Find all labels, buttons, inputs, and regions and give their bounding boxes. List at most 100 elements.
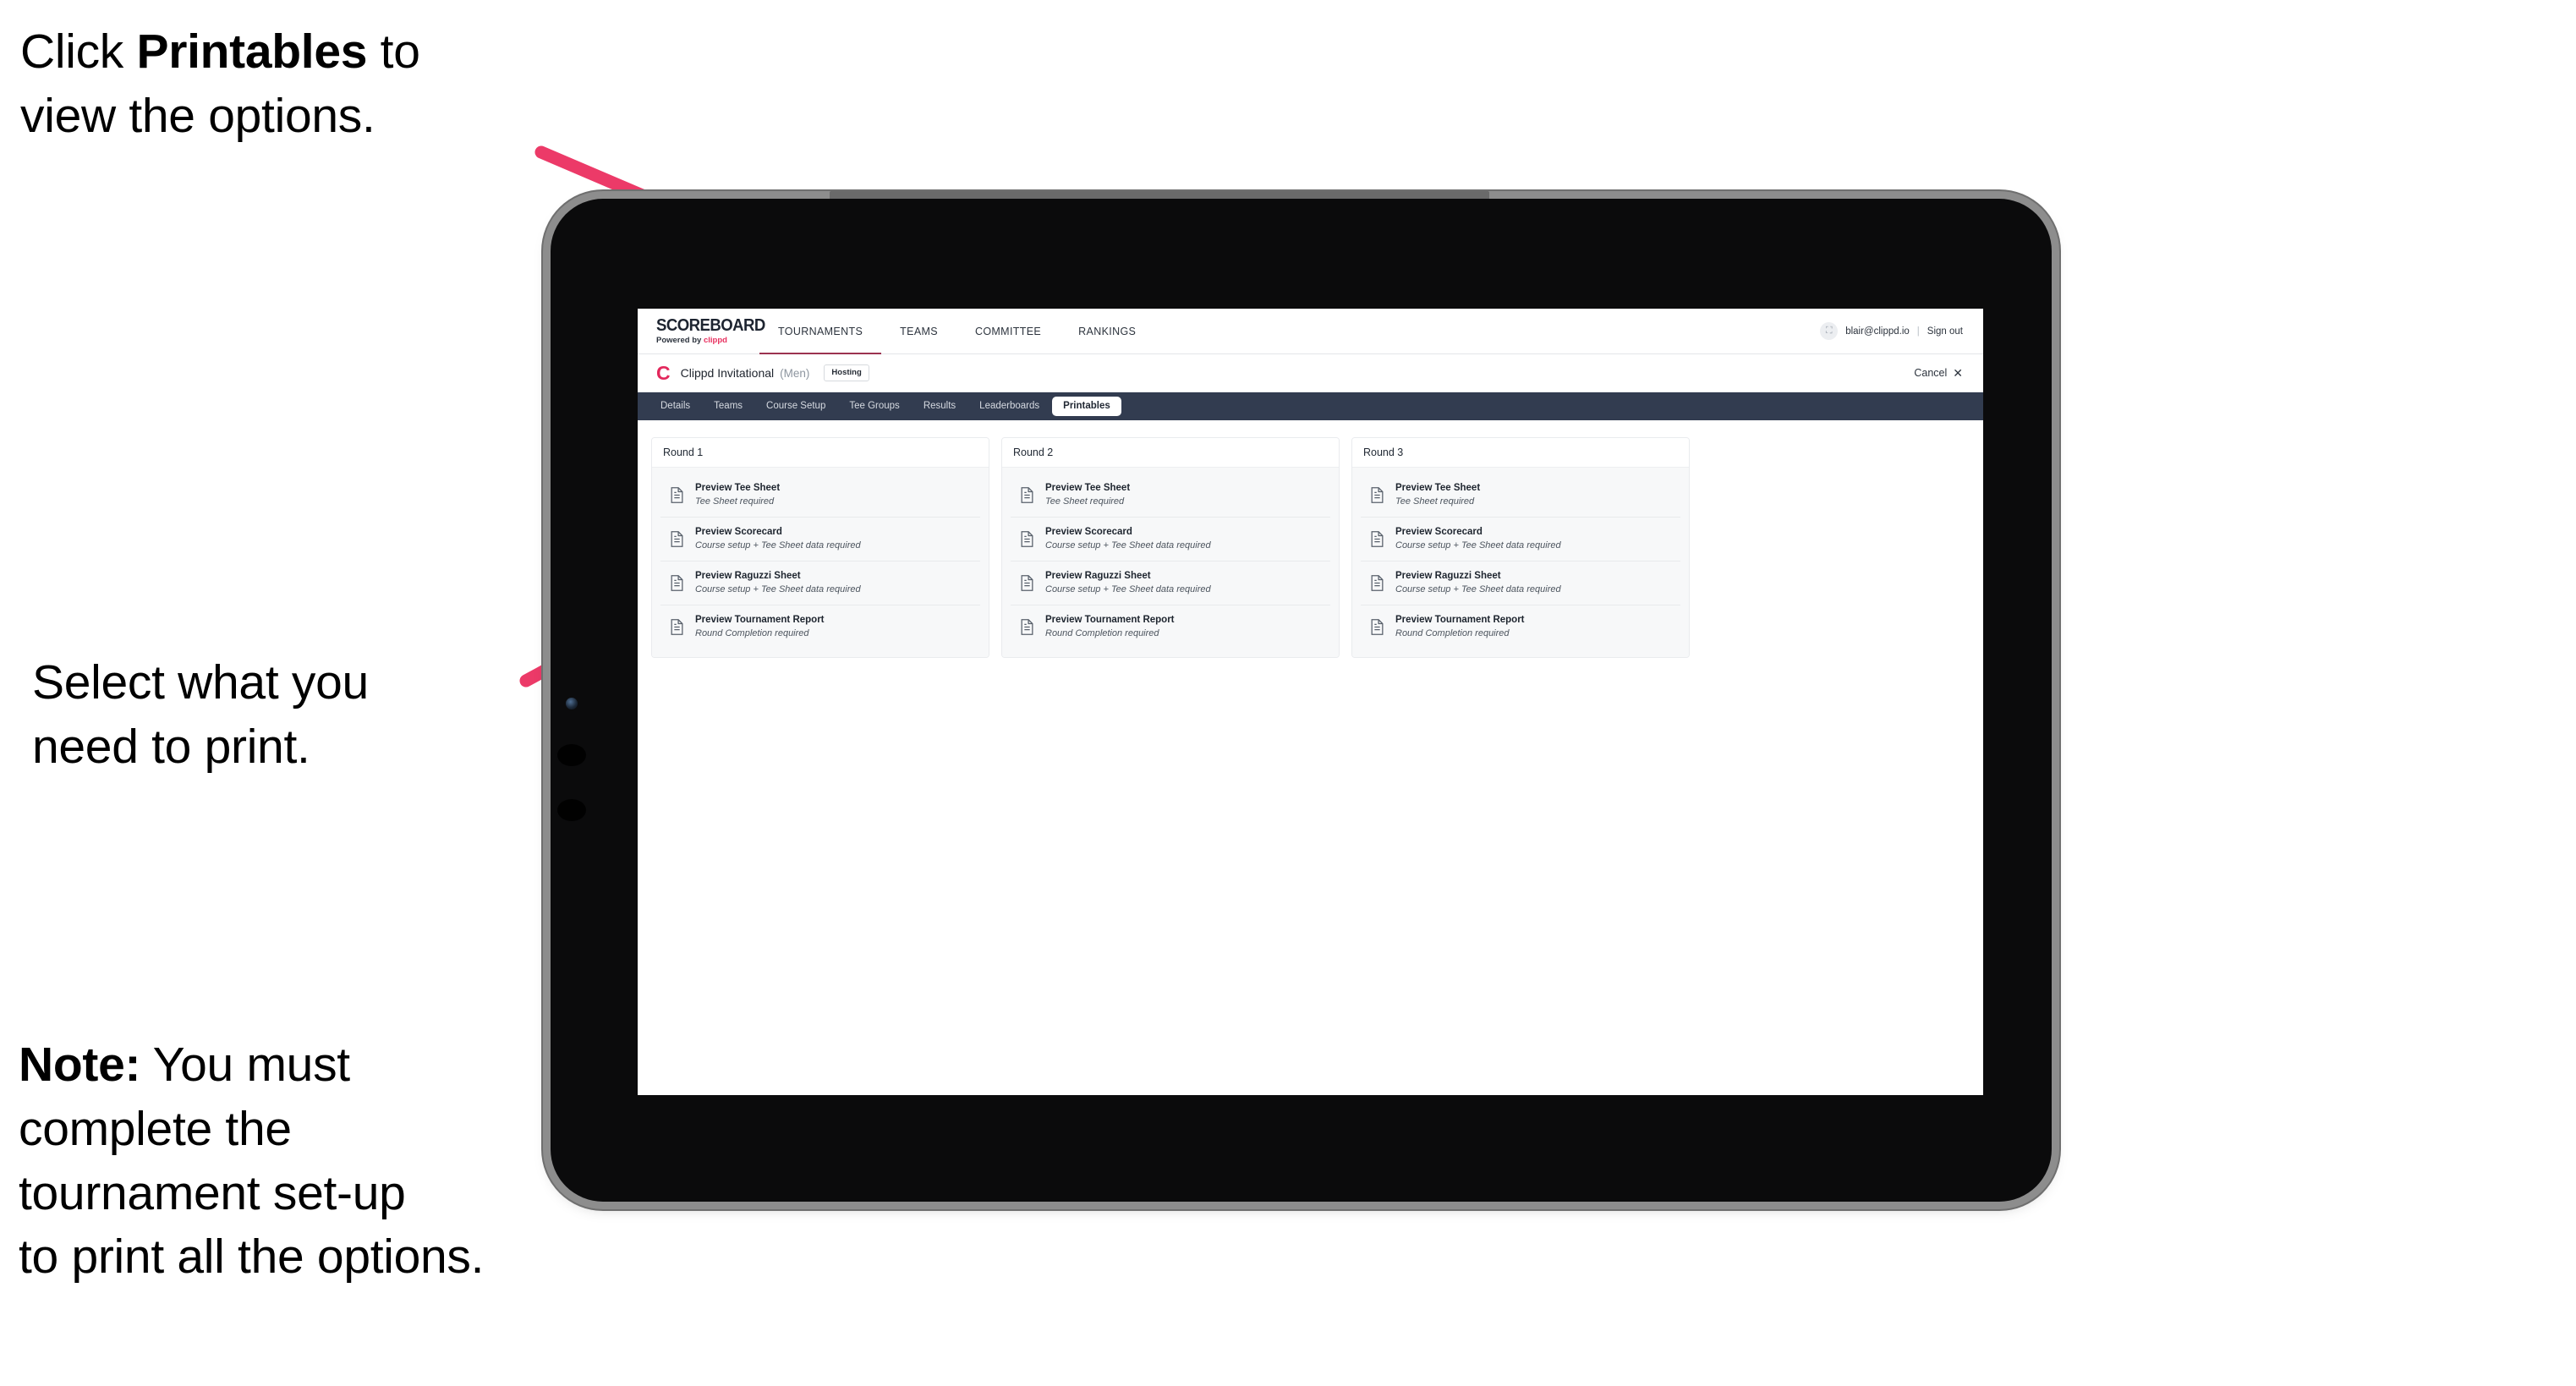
round-3-body: Preview Tee Sheet Tee Sheet required Pre…	[1352, 468, 1689, 657]
header-divider: |	[1916, 326, 1920, 337]
document-icon	[669, 574, 685, 592]
printable-title: Preview Tournament Report	[1395, 614, 1525, 625]
tab-course-setup[interactable]: Course Setup	[755, 397, 836, 417]
cancel-button[interactable]: Cancel ✕	[1914, 367, 1963, 379]
volume-up-button[interactable]	[557, 744, 586, 766]
brand-logo[interactable]: SCOREBOARD Powered by clippd	[638, 309, 765, 353]
printable-title: Preview Scorecard	[1395, 526, 1483, 537]
document-icon	[669, 486, 685, 504]
printable-text: Preview Tournament Report Round Completi…	[1045, 615, 1175, 639]
printables-content: Round 1 Preview Tee Sheet Tee Sheet requ…	[638, 420, 1983, 675]
document-icon	[669, 530, 685, 548]
printable-title: Preview Scorecard	[695, 526, 782, 537]
printable-text: Preview Raguzzi Sheet Course setup + Tee…	[695, 571, 861, 595]
tab-printables[interactable]: Printables	[1052, 396, 1121, 417]
section-tab-strip: Details Teams Course Setup Tee Groups Re…	[638, 392, 1983, 420]
printable-title: Preview Raguzzi Sheet	[695, 570, 801, 581]
printable-row[interactable]: Preview Raguzzi Sheet Course setup + Tee…	[660, 561, 980, 605]
printable-text: Preview Tee Sheet Tee Sheet required	[1395, 483, 1480, 507]
round-3-header: Round 3	[1352, 438, 1689, 468]
printable-row[interactable]: Preview Scorecard Course setup + Tee She…	[1011, 517, 1330, 562]
callout-2-text: Select what you need to print.	[32, 655, 369, 774]
printable-text: Preview Raguzzi Sheet Course setup + Tee…	[1395, 571, 1561, 595]
tournament-header-bar: C Clippd Invitational (Men) Hosting Canc…	[638, 354, 1983, 392]
round-column-2: Round 2 Preview Tee Sheet Tee Sheet requ…	[1001, 437, 1340, 658]
document-icon	[1369, 530, 1385, 548]
tablet-top-edge-strip	[830, 191, 1489, 199]
tab-leaderboards[interactable]: Leaderboards	[968, 397, 1050, 417]
document-icon	[1019, 530, 1035, 548]
printable-row[interactable]: Preview Tee Sheet Tee Sheet required	[660, 474, 980, 518]
tab-tee-groups[interactable]: Tee Groups	[838, 397, 910, 417]
app-header: SCOREBOARD Powered by clippd TOURNAMENTS…	[638, 309, 1983, 354]
printable-title: Preview Tournament Report	[695, 614, 825, 625]
tab-teams[interactable]: Teams	[703, 397, 754, 417]
document-icon	[1369, 574, 1385, 592]
tablet-screen: SCOREBOARD Powered by clippd TOURNAMENTS…	[638, 309, 1983, 1095]
document-icon	[1369, 486, 1385, 504]
main-nav: TOURNAMENTS TEAMS COMMITTEE RANKINGS	[759, 309, 1154, 354]
printable-subtitle: Course setup + Tee Sheet data required	[695, 583, 861, 594]
printable-row[interactable]: Preview Tee Sheet Tee Sheet required	[1361, 474, 1680, 518]
printable-subtitle: Round Completion required	[695, 627, 809, 638]
printable-row[interactable]: Preview Raguzzi Sheet Course setup + Tee…	[1361, 561, 1680, 605]
printable-text: Preview Scorecard Course setup + Tee She…	[1395, 527, 1561, 551]
document-icon	[1369, 618, 1385, 636]
printable-row[interactable]: Preview Scorecard Course setup + Tee She…	[660, 517, 980, 562]
user-email: blair@clippd.io	[1845, 326, 1910, 337]
round-column-1: Round 1 Preview Tee Sheet Tee Sheet requ…	[651, 437, 989, 658]
round-2-header: Round 2	[1002, 438, 1339, 468]
printable-title: Preview Scorecard	[1045, 526, 1132, 537]
nav-item-rankings[interactable]: RANKINGS	[1060, 309, 1154, 353]
volume-down-button[interactable]	[557, 799, 586, 821]
printable-title: Preview Tee Sheet	[1395, 483, 1481, 493]
avatar[interactable]: ⛶	[1820, 322, 1839, 340]
printable-subtitle: Round Completion required	[1045, 627, 1159, 638]
printable-title: Preview Raguzzi Sheet	[1395, 570, 1501, 581]
round-1-body: Preview Tee Sheet Tee Sheet required Pre…	[652, 468, 989, 657]
printable-subtitle: Round Completion required	[1395, 627, 1510, 638]
tournament-name: Clippd Invitational	[680, 366, 775, 380]
printable-subtitle: Course setup + Tee Sheet data required	[1045, 583, 1211, 594]
tournament-gender: (Men)	[780, 366, 810, 380]
document-icon	[1019, 618, 1035, 636]
printable-title: Preview Tee Sheet	[695, 483, 781, 493]
printable-subtitle: Tee Sheet required	[695, 496, 775, 507]
tab-results[interactable]: Results	[913, 397, 967, 417]
printable-subtitle: Course setup + Tee Sheet data required	[1395, 540, 1561, 551]
printable-subtitle: Tee Sheet required	[1395, 496, 1475, 507]
nav-item-committee[interactable]: COMMITTEE	[956, 309, 1060, 353]
printable-row[interactable]: Preview Tournament Report Round Completi…	[660, 605, 980, 649]
round-2-body: Preview Tee Sheet Tee Sheet required Pre…	[1002, 468, 1339, 657]
printable-text: Preview Tee Sheet Tee Sheet required	[695, 483, 780, 507]
printable-subtitle: Tee Sheet required	[1045, 496, 1125, 507]
round-1-header: Round 1	[652, 438, 989, 468]
brand-tagline-clippd: clippd	[703, 336, 727, 346]
printable-row[interactable]: Preview Raguzzi Sheet Course setup + Tee…	[1011, 561, 1330, 605]
printable-text: Preview Tee Sheet Tee Sheet required	[1045, 483, 1130, 507]
callout-1-text: Click Printables to view the options.	[20, 25, 420, 143]
clippd-logo-icon: C	[656, 361, 671, 384]
printable-text: Preview Scorecard Course setup + Tee She…	[1045, 527, 1211, 551]
printable-subtitle: Course setup + Tee Sheet data required	[695, 540, 861, 551]
printable-title: Preview Tee Sheet	[1045, 483, 1131, 493]
camera-icon	[566, 698, 578, 709]
nav-item-teams[interactable]: TEAMS	[881, 309, 956, 353]
brand-title: SCOREBOARD	[656, 316, 765, 336]
printable-row[interactable]: Preview Tee Sheet Tee Sheet required	[1011, 474, 1330, 518]
tab-details[interactable]: Details	[649, 397, 701, 417]
document-icon	[1019, 486, 1035, 504]
callout-click-printables: Click Printables to view the options.	[20, 20, 578, 149]
status-badge: Hosting	[824, 364, 869, 381]
nav-item-tournaments[interactable]: TOURNAMENTS	[759, 309, 882, 354]
cancel-label: Cancel	[1914, 367, 1948, 379]
brand-tagline: Powered by clippd	[656, 337, 748, 345]
callout-3-text: Note: You must complete the tournament s…	[19, 1038, 485, 1285]
printable-text: Preview Raguzzi Sheet Course setup + Tee…	[1045, 571, 1211, 595]
printable-text: Preview Scorecard Course setup + Tee She…	[695, 527, 861, 551]
sign-out-link[interactable]: Sign out	[1927, 326, 1963, 337]
tablet-device: SCOREBOARD Powered by clippd TOURNAMENTS…	[551, 191, 2052, 1202]
printable-row[interactable]: Preview Tournament Report Round Completi…	[1361, 605, 1680, 649]
printable-row[interactable]: Preview Tournament Report Round Completi…	[1011, 605, 1330, 649]
printable-row[interactable]: Preview Scorecard Course setup + Tee She…	[1361, 517, 1680, 562]
